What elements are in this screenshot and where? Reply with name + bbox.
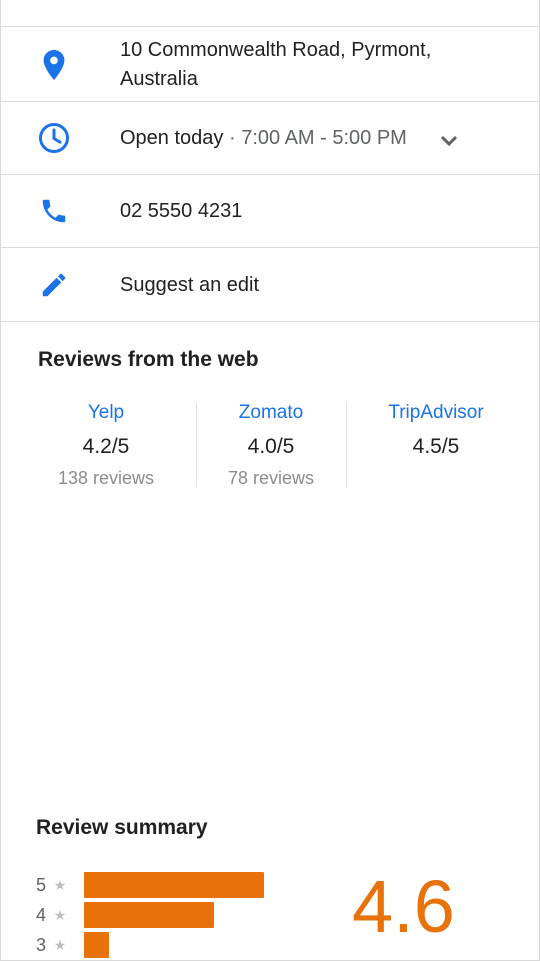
phone-row[interactable]: 02 5550 4231 <box>0 175 540 248</box>
rating-star-count: 4 <box>36 904 47 925</box>
hours-status: Open today <box>120 127 224 149</box>
review-source-score: 4.0/5 <box>247 435 295 458</box>
reviews-web-title: Reviews from the web <box>38 348 259 371</box>
clock-icon <box>38 122 70 154</box>
review-source-count: 78 reviews <box>227 468 315 488</box>
hours-row[interactable]: Open today · 7:00 AM - 5:00 PM <box>0 102 540 175</box>
star-icon: ★ <box>53 936 67 953</box>
review-source-tripadvisor[interactable]: TripAdvisor 4.5/5 <box>350 400 522 490</box>
review-source-name[interactable]: Yelp <box>20 400 192 426</box>
top-strip <box>0 0 540 27</box>
address-text: 10 Commonwealth Road, Pyrmont, Australia <box>120 39 432 90</box>
chevron-down-icon[interactable] <box>434 126 464 156</box>
hours-text: Open today · 7:00 AM - 5:00 PM <box>120 124 407 153</box>
review-source-count: 138 reviews <box>57 468 155 488</box>
pencil-icon <box>38 269 70 301</box>
hours-range: 7:00 AM - 5:00 PM <box>241 127 407 149</box>
star-icon: ★ <box>53 876 67 893</box>
rating-bar-row: 3 ★ <box>36 932 109 958</box>
rating-bar-row: 5 ★ <box>36 872 264 898</box>
rating-star-count: 3 <box>36 934 47 955</box>
phone-icon <box>38 195 70 227</box>
hours-separator: · <box>223 127 242 149</box>
address-row[interactable]: 10 Commonwealth Road, Pyrmont, Australia <box>0 28 540 102</box>
phone-number: 02 5550 4231 <box>120 200 243 222</box>
column-divider <box>196 403 197 487</box>
column-divider <box>346 403 347 487</box>
review-summary-title: Review summary <box>36 816 208 839</box>
star-icon: ★ <box>53 906 67 923</box>
review-source-name[interactable]: Zomato <box>198 400 344 426</box>
average-rating: 4.6 <box>352 865 455 948</box>
location-pin-icon <box>38 49 70 81</box>
review-source-zomato[interactable]: Zomato 4.0/5 78 reviews <box>198 400 344 490</box>
review-source-name[interactable]: TripAdvisor <box>350 400 522 426</box>
review-source-score: 4.2/5 <box>82 435 130 458</box>
suggest-edit-label: Suggest an edit <box>120 274 259 296</box>
review-source-yelp[interactable]: Yelp 4.2/5 138 reviews <box>20 400 192 490</box>
rating-bar <box>84 932 109 958</box>
rating-bar <box>84 872 264 898</box>
rating-star-count: 5 <box>36 874 47 895</box>
rating-bar-row: 4 ★ <box>36 902 214 928</box>
rating-bar <box>84 902 214 928</box>
suggest-edit-row[interactable]: Suggest an edit <box>0 248 540 322</box>
review-source-score: 4.5/5 <box>412 435 460 458</box>
